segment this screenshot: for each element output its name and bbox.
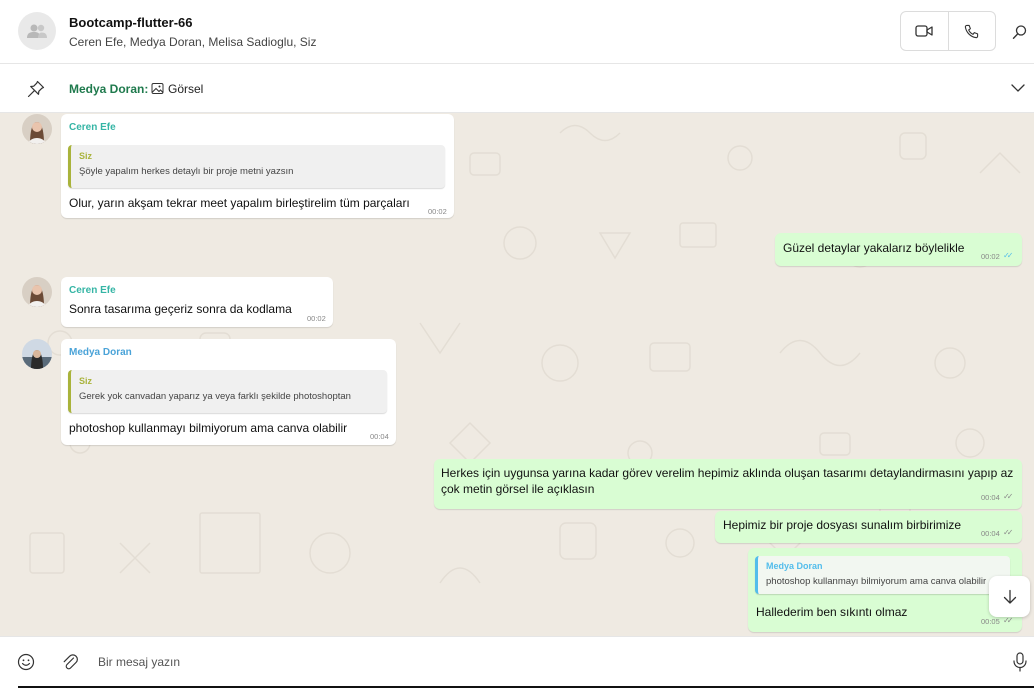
- message-text: Olur, yarın akşam tekrar meet yapalım bi…: [69, 196, 410, 210]
- arrow-down-icon: [1003, 589, 1016, 604]
- quoted-message[interactable]: Medya Doran photoshop kullanmayı bilmiyo…: [755, 556, 1010, 594]
- quoted-message[interactable]: Siz Gerek yok canvadan yaparız ya veya f…: [68, 370, 387, 413]
- message-time: 00:02: [307, 314, 326, 323]
- quote-text: Gerek yok canvadan yaparız ya veya farkl…: [79, 391, 351, 402]
- message-time: 00:04: [981, 529, 1000, 538]
- message-time: 00:02: [981, 252, 1000, 261]
- message-bubble-outgoing[interactable]: Medya Doran photoshop kullanmayı bilmiyo…: [748, 548, 1022, 632]
- message-time: 00:04: [370, 432, 389, 441]
- chevron-down-icon[interactable]: [1010, 80, 1026, 96]
- pin-icon: [27, 80, 45, 98]
- message-sender[interactable]: Medya Doran: [69, 347, 132, 358]
- delivered-receipt-icon: ✓✓: [1003, 528, 1014, 537]
- avatar-medya-doran[interactable]: [22, 339, 52, 369]
- chat-title[interactable]: Bootcamp-flutter-66: [69, 15, 193, 30]
- message-bubble-incoming[interactable]: Medya Doran Siz Gerek yok canvadan yapar…: [61, 339, 396, 445]
- voice-call-button[interactable]: [947, 12, 996, 50]
- message-time: 00:05: [981, 617, 1000, 626]
- attach-icon[interactable]: [60, 652, 80, 672]
- quote-author: Siz: [79, 376, 93, 386]
- search-button[interactable]: [1007, 19, 1033, 45]
- call-buttons: [900, 11, 996, 51]
- delivered-receipt-icon: ✓✓: [1003, 616, 1014, 625]
- video-call-button[interactable]: [901, 12, 948, 50]
- microphone-icon[interactable]: [1010, 651, 1030, 673]
- message-text: Güzel detaylar yakalarız böylelikle: [783, 241, 965, 255]
- message-sender[interactable]: Ceren Efe: [69, 285, 116, 296]
- avatar-ceren-efe[interactable]: [22, 277, 52, 307]
- message-time: 00:02: [428, 207, 447, 216]
- chat-members[interactable]: Ceren Efe, Medya Doran, Melisa Sadioglu,…: [69, 35, 316, 49]
- message-composer: [0, 636, 1034, 688]
- message-text-line-1: Herkes için uygunsa yarına kadar görev v…: [441, 466, 1014, 480]
- quote-text: photoshop kullanmayı bilmiyorum ama canv…: [766, 576, 987, 587]
- scroll-to-bottom-button[interactable]: [989, 576, 1030, 617]
- message-bubble-outgoing[interactable]: Herkes için uygunsa yarına kadar görev v…: [434, 459, 1022, 509]
- message-bubble-outgoing[interactable]: Güzel detaylar yakalarız böylelikle 00:0…: [775, 233, 1022, 266]
- message-bubble-outgoing[interactable]: Hepimiz bir proje dosyası sunalım birbir…: [715, 511, 1022, 543]
- pinned-text: Görsel: [168, 82, 204, 96]
- message-text: Hallederim ben sıkıntı olmaz: [756, 605, 908, 619]
- search-icon: [1012, 25, 1027, 39]
- group-avatar-icon[interactable]: [18, 12, 56, 50]
- quote-author: Medya Doran: [766, 561, 823, 571]
- delivered-receipt-icon: ✓✓: [1003, 492, 1014, 501]
- video-call-icon: [915, 25, 933, 37]
- voice-call-icon: [965, 24, 979, 38]
- quote-author: Siz: [79, 151, 93, 161]
- pinned-message-bar[interactable]: Medya Doran: Görsel: [0, 64, 1034, 113]
- message-sender[interactable]: Ceren Efe: [69, 122, 116, 133]
- message-input[interactable]: [98, 650, 978, 674]
- quote-text: Şöyle yapalım herkes detaylı bir proje m…: [79, 166, 294, 177]
- message-text: photoshop kullanmayı bilmiyorum ama canv…: [69, 421, 348, 435]
- message-list[interactable]: Ceren Efe Siz Şöyle yapalım herkes detay…: [0, 113, 1034, 636]
- read-receipt-icon: ✓✓: [1003, 251, 1014, 260]
- image-icon: [151, 83, 164, 94]
- message-text: Hepimiz bir proje dosyası sunalım birbir…: [723, 518, 962, 532]
- message-bubble-incoming[interactable]: Ceren Efe Sonra tasarıma geçeriz sonra d…: [61, 277, 333, 327]
- message-bubble-incoming[interactable]: Ceren Efe Siz Şöyle yapalım herkes detay…: [61, 114, 454, 218]
- chat-header: Bootcamp-flutter-66 Ceren Efe, Medya Dor…: [0, 0, 1034, 64]
- emoji-icon[interactable]: [16, 652, 36, 672]
- message-time: 00:04: [981, 493, 1000, 502]
- message-text-line-2: çok metin görsel ile açıklasın: [441, 482, 595, 496]
- quoted-message[interactable]: Siz Şöyle yapalım herkes detaylı bir pro…: [68, 145, 445, 188]
- message-text: Sonra tasarıma geçeriz sonra da kodlama: [69, 302, 292, 316]
- pinned-sender: Medya Doran:: [69, 82, 149, 96]
- avatar-ceren-efe[interactable]: [22, 114, 52, 144]
